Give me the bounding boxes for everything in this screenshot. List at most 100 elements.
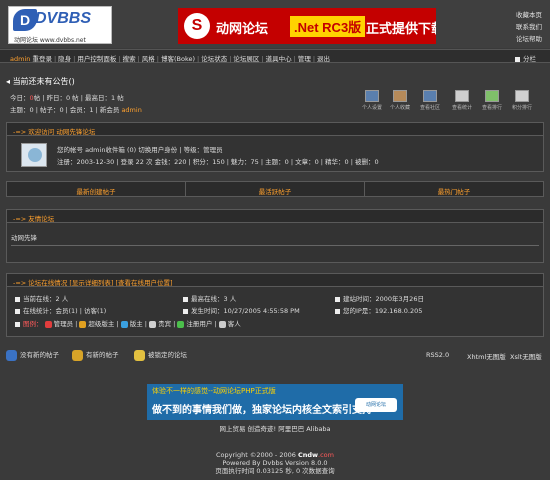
favorites-icon: [393, 90, 407, 102]
locked-forum-icon: [134, 349, 145, 361]
quick-stats-label: 查看统计: [451, 105, 472, 111]
nav-separator: |: [197, 55, 200, 63]
nav-relogin[interactable]: 重登录: [32, 55, 52, 63]
nav-separator: |: [137, 55, 140, 63]
tab-most-active-posts[interactable]: 最活跃帖子: [186, 182, 365, 196]
legend-guest: 客人: [227, 320, 241, 328]
nav-forum-status[interactable]: 论坛状态: [201, 55, 227, 63]
friend-forums-title: -=> 友情论坛: [7, 210, 543, 223]
nav-boke[interactable]: 博客(Boke): [161, 55, 195, 63]
dvbbs-logo[interactable]: D DVBBS 动网论坛 www.dvbbs.net: [8, 6, 112, 44]
forum-stats: 今日：0帖 | 昨日：0 帖 | 最高日：1 帖 主题：0 | 帖子：0 | 会…: [10, 92, 142, 116]
link-bookmark[interactable]: 收藏本页: [502, 9, 542, 21]
header-banner-ad[interactable]: S 动网论坛 .Net RC3版 正式提供下载: [178, 8, 436, 44]
nav-forum-gallery[interactable]: 论坛展区: [233, 55, 259, 63]
exec-time: 页面执行时间 0.03125 秒, 0 次数据查询: [215, 467, 335, 475]
stats-newest-member[interactable]: admin: [121, 106, 141, 114]
quick-points[interactable]: 积分排行: [508, 90, 536, 111]
online-detail: 在线统计：会员(1) | 访客(1): [15, 305, 106, 315]
online-status-panel: -=> 论坛在线情况 [显示详细列表] [查看在线用户位置] 当前在线：2 人 …: [6, 273, 544, 337]
top-links: 收藏本页 联系我们 论坛帮助: [502, 9, 542, 45]
online-status-title[interactable]: -=> 论坛在线情况 [显示详细列表] [查看在线用户位置]: [7, 274, 543, 287]
xslt-link[interactable]: Xslt无图版: [510, 351, 542, 361]
friend-forum-link[interactable]: 动网先锋: [7, 223, 543, 251]
copyright-brand[interactable]: Cndw: [298, 451, 318, 459]
legend-title: 图例：: [23, 320, 43, 328]
quick-favorites[interactable]: 个人收藏: [386, 90, 414, 111]
powered-by[interactable]: Powered By Dvbbs Version 8.0.0: [0, 459, 550, 467]
quick-home-label: 个人设置: [361, 105, 382, 111]
alibaba-link[interactable]: 网上贸易 创造奇迹! 阿里巴巴 Alibaba: [0, 423, 550, 433]
max-online: 最高在线：3 人: [183, 293, 236, 303]
welcome-account-line: 您的帐号 admin收件箱 (0) 切换用户身份 | 等级：管理员: [57, 146, 223, 154]
no-new-posts-icon: [6, 349, 17, 361]
xhtml-link[interactable]: Xhtml无图版: [467, 351, 506, 361]
quick-home[interactable]: 个人设置: [358, 90, 386, 111]
columns-icon: [515, 56, 520, 62]
footer-ad-banner[interactable]: 体验不一样的感觉--动网论坛PHP正式版 做不到的事情我们做，独家论坛内核全文索…: [147, 384, 403, 420]
stats-line-posts: 今日：0帖 | 昨日：0 帖 | 最高日：1 帖: [10, 92, 142, 104]
super-moderator-icon: [79, 320, 87, 328]
quick-ranking-label: 查看排行: [481, 105, 502, 111]
quick-icons: 个人设置 个人收藏 查看社区 查看统计 查看排行 积分排行: [358, 90, 538, 116]
nav-search[interactable]: 搜索: [123, 55, 136, 63]
legend-moderator: 版主: [129, 320, 143, 328]
post-tabs: 最新创建帖子 最活跃帖子 最热门帖子: [6, 181, 544, 197]
ranking-chart-icon: [485, 90, 499, 102]
current-online-text: 当前在线：2 人: [23, 295, 69, 303]
legend-locked-label: 被锁定的论坛: [148, 351, 187, 359]
ad-banner-top-text: 体验不一样的感觉--动网论坛PHP正式版: [152, 387, 276, 395]
your-ip-text: 您的IP是：192.168.0.205: [343, 307, 423, 315]
legend-super-moderator: 超级版主: [88, 320, 115, 328]
nav-item-center[interactable]: 道具中心: [266, 55, 292, 63]
home-icon: [365, 90, 379, 102]
legend-new: 有新的帖子: [72, 349, 119, 361]
nav-invisible[interactable]: 隐身: [58, 55, 71, 63]
bullet-icon: [183, 308, 188, 314]
registered-user-icon: [177, 320, 185, 328]
max-online-text: 最高在线：3 人: [191, 295, 237, 303]
legend-new-label: 有新的帖子: [86, 351, 119, 359]
link-contact[interactable]: 联系我们: [502, 21, 542, 33]
nav-username[interactable]: admin: [10, 55, 30, 63]
your-ip: 您的IP是：192.168.0.205: [335, 305, 422, 315]
welcome-stats-line: 注册：2003-12-30 | 登录 22 次 金钱：220 | 积分：150 …: [57, 158, 379, 166]
nav-control-panel[interactable]: 用户控制面板: [77, 55, 116, 63]
nav-admin[interactable]: 管理: [298, 55, 311, 63]
quick-community-label: 查看社区: [419, 105, 440, 111]
tab-hottest-posts[interactable]: 最热门帖子: [365, 182, 543, 196]
quick-points-label: 积分排行: [511, 105, 532, 111]
quick-stats[interactable]: 查看统计: [448, 90, 476, 111]
welcome-panel: -=> 欢迎访问 动网先锋论坛 您的帐号 admin收件箱 (0) 切换用户身份…: [6, 122, 544, 172]
avatar-face-icon: [28, 148, 42, 162]
avatar[interactable]: [21, 143, 47, 167]
bullet-icon: [335, 308, 340, 314]
rss-link[interactable]: RSS2.0: [426, 351, 449, 359]
nav-separator: |: [118, 55, 121, 63]
quick-community[interactable]: 查看社区: [416, 90, 444, 111]
nav-separator: |: [73, 55, 76, 63]
nav-links: admin 重登录 | 隐身 | 用户控制面板 | 搜索 | 风格 | 博客(Boke) | 论坛状态 |…: [10, 53, 330, 63]
nav-separator: |: [261, 55, 264, 63]
speaker-icon: ◂: [6, 77, 11, 86]
nav-style[interactable]: 风格: [142, 55, 155, 63]
stats-members-text: 主题：0 | 帖子：0 | 会员：1 | 新会员: [10, 106, 120, 114]
link-help[interactable]: 论坛帮助: [502, 33, 542, 45]
legend-no-new: 没有新的帖子: [6, 349, 59, 361]
legend-locked: 被锁定的论坛: [134, 349, 187, 361]
nav-logout[interactable]: 退出: [317, 55, 330, 63]
admin-icon: [44, 320, 52, 328]
logo-text: DVBBS: [35, 10, 92, 27]
quick-ranking[interactable]: 查看排行: [478, 90, 506, 111]
community-icon: [423, 90, 437, 102]
friend-forums-panel: -=> 友情论坛 动网先锋: [6, 209, 544, 263]
columns-toggle[interactable]: 分栏: [515, 53, 536, 63]
nav-separator: |: [312, 55, 316, 63]
new-posts-icon: [72, 349, 83, 361]
stats-icon: [455, 90, 469, 102]
stats-today-label: 今日：: [10, 94, 30, 102]
current-online: 当前在线：2 人: [15, 293, 68, 303]
tab-newest-posts[interactable]: 最新创建帖子: [7, 182, 186, 196]
stats-line-members: 主题：0 | 帖子：0 | 会员：1 | 新会员 admin: [10, 104, 142, 116]
bullet-icon: [15, 321, 20, 327]
